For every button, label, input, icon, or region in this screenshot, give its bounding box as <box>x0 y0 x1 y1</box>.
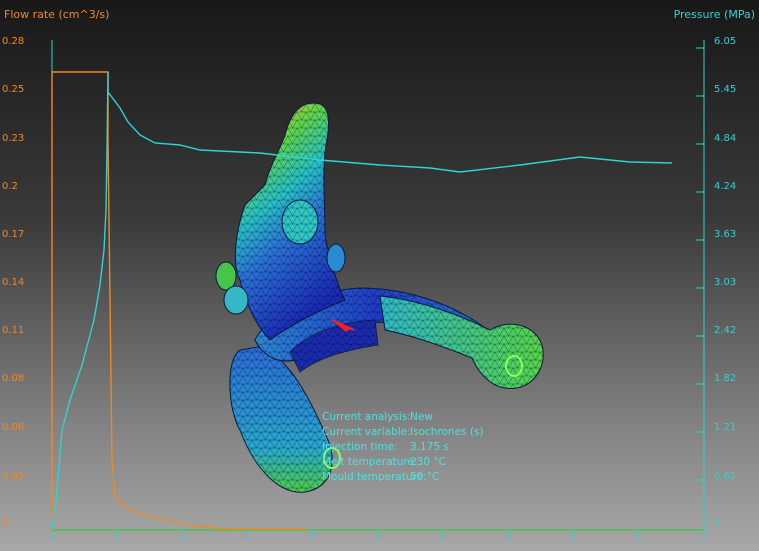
pressure-tick-label: 2.42 <box>714 325 737 336</box>
pressure-tick-label: 1.21 <box>714 422 737 433</box>
pressure-tick-label: 3.03 <box>714 277 737 288</box>
flow-rate-axis-title: Flow rate (cm^3/s) <box>4 8 110 21</box>
flow-tick-label: 0 <box>2 518 9 529</box>
flow-tick-label: 0.08 <box>2 373 25 384</box>
info-value: 3.175 s <box>410 441 449 453</box>
pressure-tick-label: 4.84 <box>714 133 737 144</box>
info-row-variable: Current variable:Isochrones (s) <box>322 425 484 440</box>
info-label: Melt temperature: <box>322 456 418 468</box>
pressure-tick-label: 0 <box>714 518 721 529</box>
flow-tick-label: 0.17 <box>2 229 25 240</box>
flow-tick-label: 0.28 <box>2 36 25 47</box>
info-label: Current variable: <box>322 426 411 438</box>
flow-tick-label: 0.06 <box>2 422 25 433</box>
info-row-melt-temperature: Melt temperature:230 °C <box>322 455 484 470</box>
flow-tick-label: 0.2 <box>2 181 18 192</box>
flow-tick-label: 0.25 <box>2 84 25 95</box>
pressure-tick-label: 4.24 <box>714 181 737 192</box>
pressure-tick-label: 0.61 <box>714 471 737 482</box>
info-row-mould-temperature: Mould temperature:50 °C <box>322 470 484 485</box>
info-row-injection-time: Injection time: 3.175 s <box>322 440 484 455</box>
pressure-tick-label: 3.63 <box>714 229 737 240</box>
flow-tick-label: 0.11 <box>2 325 25 336</box>
info-value: 230 °C <box>410 456 446 468</box>
flow-tick-label: 0.23 <box>2 133 25 144</box>
info-value: New <box>410 411 433 423</box>
info-label: Current analysis: <box>322 411 411 423</box>
info-row-analysis: Current analysis:New <box>322 410 484 425</box>
info-value: 50 °C <box>410 471 440 483</box>
analysis-info-panel: Current analysis:New Current variable:Is… <box>322 410 484 485</box>
pressure-axis-title: Pressure (MPa) <box>673 8 755 21</box>
pressure-tick-label: 5.45 <box>714 84 737 95</box>
pressure-tick-label: 6.05 <box>714 36 737 47</box>
flow-tick-label: 0.03 <box>2 471 25 482</box>
pressure-tick-label: 1.82 <box>714 373 737 384</box>
flow-tick-label: 0.14 <box>2 277 25 288</box>
info-value: Isochrones (s) <box>410 426 484 438</box>
info-label: Mould temperature: <box>322 471 427 483</box>
info-label: Injection time: <box>322 441 398 453</box>
